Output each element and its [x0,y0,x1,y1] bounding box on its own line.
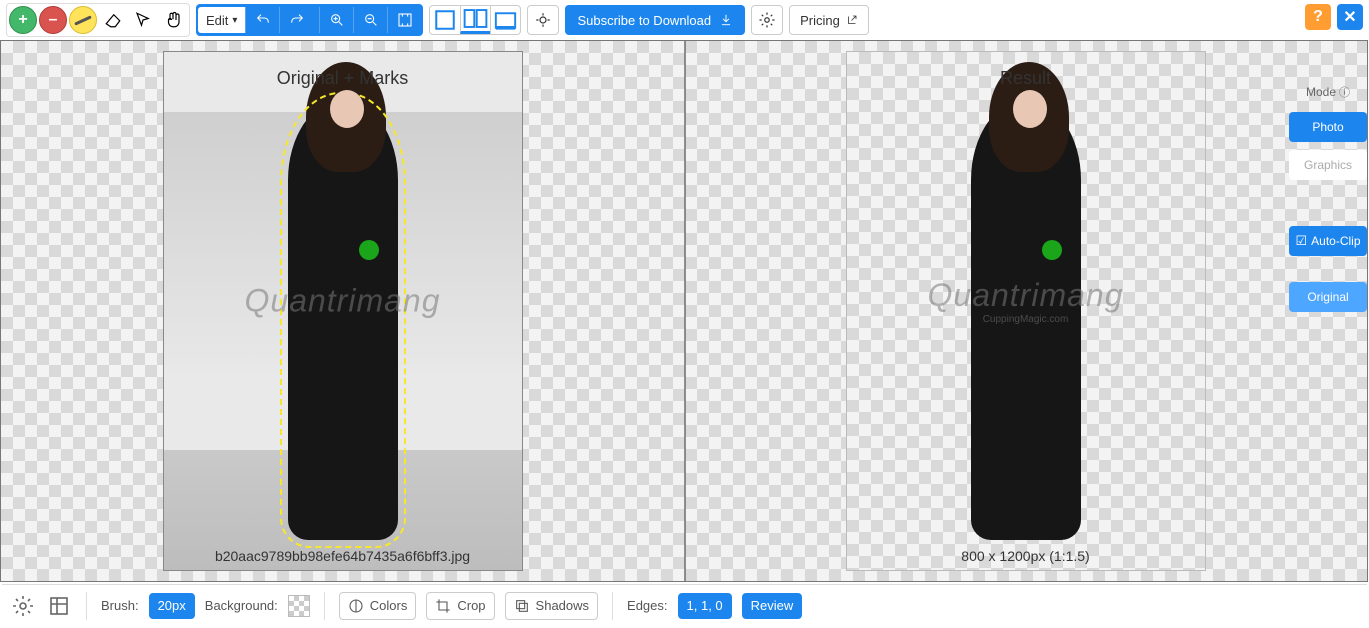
selection-outline [280,92,406,548]
bottom-toolbar: Brush: 20px Background: Colors Crop Shad… [2,584,1367,626]
mode-photo-button[interactable]: Photo [1289,112,1367,142]
close-button[interactable]: ✕ [1337,4,1363,30]
original-view-button[interactable]: Original [1289,282,1367,312]
corner-buttons: ? ✕ [1305,4,1363,30]
settings-button[interactable] [751,5,783,35]
top-toolbar: Edit Subscribe to Download Pricing [6,2,1363,38]
zoom-out-icon[interactable] [353,7,387,33]
result-panel[interactable]: Quantrimang CuppingMagic.com Result 800 … [684,41,1367,581]
mode-sidepanel: Mode Photo Graphics Auto-Clip Original [1289,80,1367,312]
subscribe-download-button[interactable]: Subscribe to Download [565,5,745,35]
app-settings-icon[interactable] [10,593,36,619]
canvas-area: Quantrimang Original + Marks b20aac9789b… [0,40,1368,582]
subject-cutout [971,100,1081,540]
subscribe-label: Subscribe to Download [577,13,711,28]
original-panel[interactable]: Quantrimang Original + Marks b20aac9789b… [1,41,684,581]
mode-heading: Mode [1289,80,1367,104]
edges-label: Edges: [627,598,667,613]
original-filename: b20aac9789bb98efe64b7435a6f6bff3.jpg [215,548,470,564]
auto-clip-toggle[interactable]: Auto-Clip [1289,226,1367,256]
brush-label: Brush: [101,598,139,613]
zoom-in-icon[interactable] [319,7,353,33]
edit-toolbar: Edit [196,4,423,36]
view-mode-segment [429,5,521,35]
pricing-button[interactable]: Pricing [789,5,869,35]
mark-tools-group [6,3,190,37]
help-button[interactable]: ? [1305,4,1331,30]
keep-mark-dot [1042,240,1062,260]
pricing-label: Pricing [800,13,840,28]
eraser-tool[interactable] [99,6,127,34]
original-image-frame: Quantrimang Original + Marks b20aac9789b… [163,51,523,571]
mode-graphics-button[interactable]: Graphics [1289,150,1367,180]
hair-mark-tool[interactable] [69,6,97,34]
remove-mark-tool[interactable] [39,6,67,34]
colors-tool[interactable]: Colors [339,592,417,620]
result-image-frame: Quantrimang CuppingMagic.com Result 800 … [846,51,1206,571]
overlay-view-icon[interactable] [490,6,520,34]
refine-button[interactable] [527,5,559,35]
pan-tool[interactable] [159,6,187,34]
edges-value[interactable]: 1, 1, 0 [678,593,732,619]
crop-label: Crop [457,598,485,613]
background-label: Background: [205,598,278,613]
undo-icon[interactable] [245,7,279,33]
brush-size-value[interactable]: 20px [149,593,195,619]
review-button[interactable]: Review [742,593,803,619]
subject-silhouette [288,100,398,540]
shadows-label: Shadows [536,598,589,613]
shadows-tool[interactable]: Shadows [505,592,598,620]
keep-mark-dot [359,240,379,260]
background-swatch[interactable] [288,595,310,617]
keep-mark-tool[interactable] [9,6,37,34]
edit-dropdown[interactable]: Edit [198,7,245,33]
result-dimensions: 800 x 1200px (1:1.5) [961,548,1089,564]
pointer-tool[interactable] [129,6,157,34]
crop-tool[interactable]: Crop [426,592,494,620]
single-view-icon[interactable] [430,6,460,34]
split-view-icon[interactable] [460,6,490,34]
target-size-icon[interactable] [46,593,72,619]
redo-icon[interactable] [279,7,313,33]
colors-label: Colors [370,598,408,613]
fit-screen-icon[interactable] [387,7,421,33]
